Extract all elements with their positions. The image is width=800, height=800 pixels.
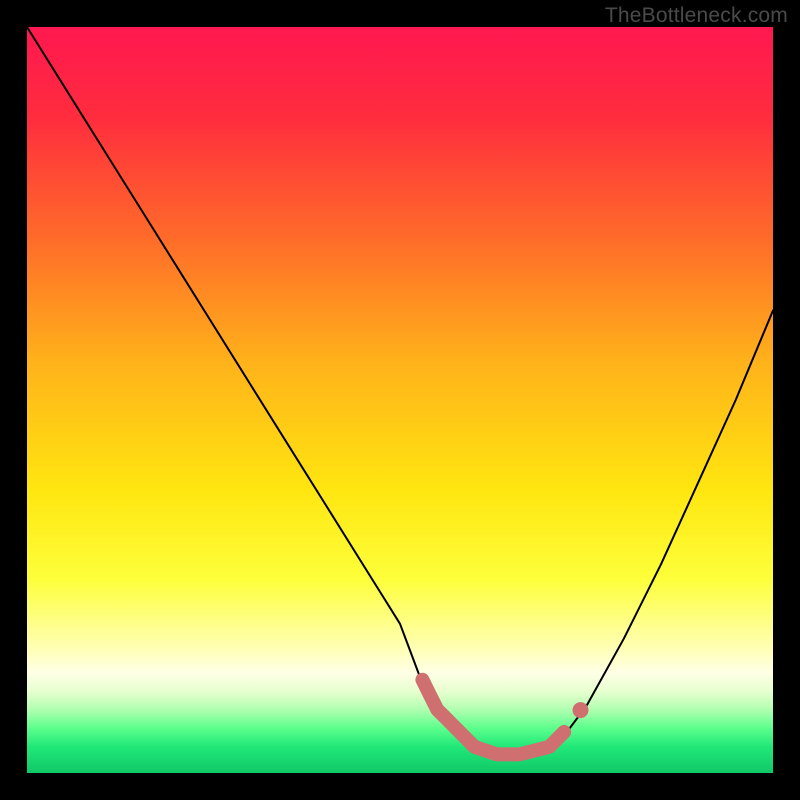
chart-frame: TheBottleneck.com [0,0,800,800]
plot-area [27,27,773,773]
watermark-text: TheBottleneck.com [605,4,788,28]
chart-svg [27,27,773,773]
tolerance-end-dot [573,702,589,718]
gradient-background [27,27,773,773]
